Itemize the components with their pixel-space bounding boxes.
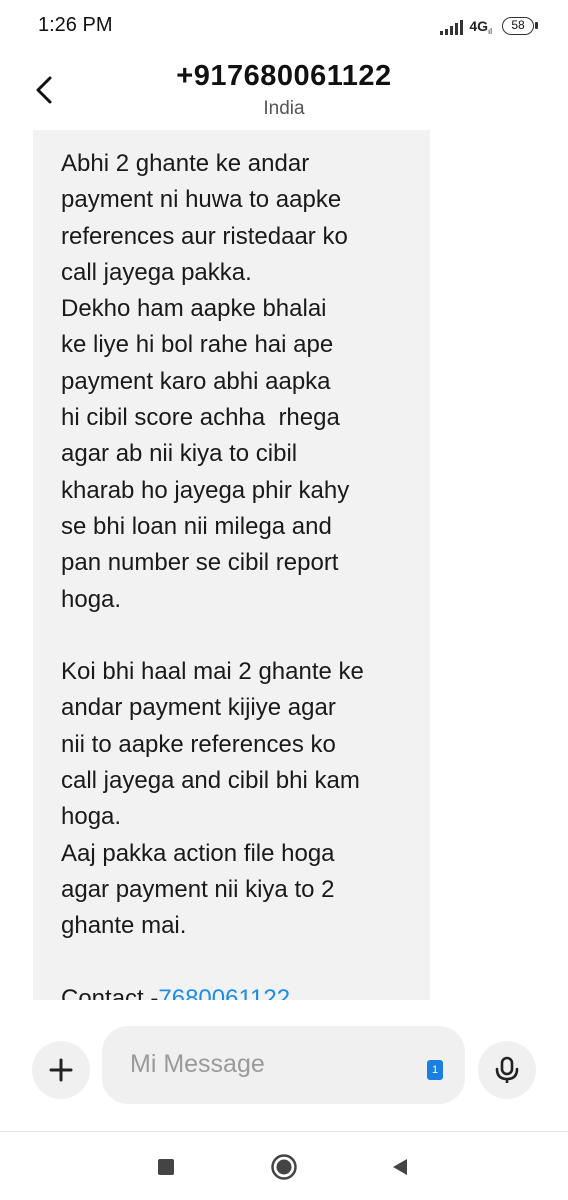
status-indicators: 4Gıl 58 bbox=[440, 14, 538, 38]
network-type: 4Gıl bbox=[469, 18, 492, 36]
phone-number-link[interactable]: 7680061122 bbox=[158, 985, 290, 1000]
message-line: agar ab nii kiya to cibil bbox=[61, 440, 298, 468]
message-line: kharab ho jayega phir kahy bbox=[61, 476, 350, 504]
system-nav-bar bbox=[0, 1132, 568, 1200]
plus-icon bbox=[49, 1058, 73, 1082]
add-attachment-button[interactable] bbox=[32, 1041, 90, 1099]
message-line: Aaj pakka action file hoga bbox=[61, 839, 335, 867]
battery-icon: 58 bbox=[502, 17, 538, 35]
home-button[interactable] bbox=[267, 1150, 301, 1184]
nav-back-button[interactable] bbox=[383, 1150, 417, 1184]
message-line: Koi bhi haal mai 2 ghante ke bbox=[61, 658, 364, 686]
triangle-back-icon bbox=[393, 1159, 407, 1175]
message-line: call jayega pakka. bbox=[61, 258, 252, 286]
composer: 1 bbox=[0, 1010, 568, 1130]
microphone-icon bbox=[495, 1056, 519, 1083]
message-line: Abhi 2 ghante ke andar bbox=[61, 150, 310, 177]
sms-conversation-screen: 1:26 PM 4Gıl 58 +917680061122 India Abhi… bbox=[0, 0, 568, 1200]
message-input[interactable] bbox=[130, 1046, 410, 1082]
message-line: call jayega and cibil bhi kam bbox=[61, 767, 360, 795]
message-line: se bhi loan nii milega and bbox=[61, 512, 332, 540]
message-line: pan number se cibil report bbox=[61, 549, 339, 577]
circle-icon bbox=[271, 1154, 297, 1180]
message-bubble[interactable]: Abhi 2 ghante ke andar payment ni huwa t… bbox=[33, 130, 430, 1000]
message-line: andar payment kijiye agar bbox=[61, 694, 336, 722]
message-line: hi cibil score achha rhega bbox=[61, 404, 340, 432]
conversation-header: +917680061122 India bbox=[0, 52, 568, 128]
recents-button[interactable] bbox=[149, 1150, 183, 1184]
message-line: Dekho ham aapke bhalai bbox=[61, 295, 327, 323]
message-body: Abhi 2 ghante ke andar payment ni huwa t… bbox=[61, 146, 421, 1000]
signal-strength-icon bbox=[440, 17, 464, 35]
contact-label: Contact - bbox=[61, 984, 159, 1000]
message-line: payment karo abhi aapka bbox=[61, 367, 331, 395]
message-line: nii to aapke references ko bbox=[61, 730, 336, 758]
message-line: ke liye hi bol rahe hai ape bbox=[61, 331, 334, 359]
message-input-container[interactable]: 1 bbox=[102, 1026, 465, 1104]
contact-number[interactable]: +917680061122 bbox=[0, 60, 568, 93]
message-line: hoga. bbox=[61, 803, 122, 831]
status-bar: 1:26 PM 4Gıl 58 bbox=[0, 0, 568, 52]
message-line: agar payment nii kiya to 2 bbox=[61, 875, 335, 903]
status-time: 1:26 PM bbox=[38, 14, 113, 36]
message-line: references aur ristedaar ko bbox=[61, 222, 348, 250]
contact-country: India bbox=[263, 98, 305, 119]
square-icon bbox=[158, 1159, 174, 1175]
message-line: payment ni huwa to aapke bbox=[61, 186, 342, 214]
voice-input-button[interactable] bbox=[478, 1041, 536, 1099]
sim-slot-icon[interactable]: 1 bbox=[427, 1060, 443, 1080]
message-line: ghante mai. bbox=[61, 912, 187, 940]
message-line: hoga. bbox=[61, 585, 122, 613]
contact-line: Contact -7680061122 bbox=[61, 981, 421, 1000]
